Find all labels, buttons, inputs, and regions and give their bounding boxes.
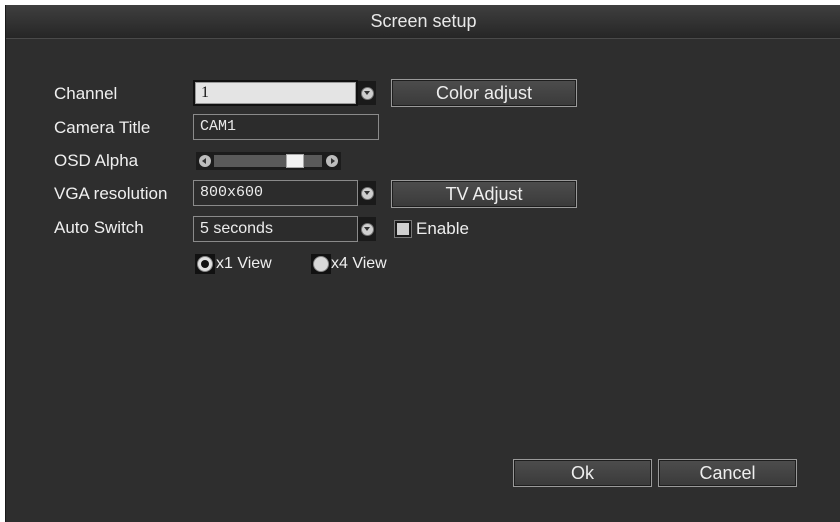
slider-thumb[interactable] [286,154,304,168]
ok-button[interactable]: Ok [513,459,652,487]
tv-adjust-button[interactable]: TV Adjust [391,180,577,208]
camera-title-input[interactable]: CAM1 [193,114,379,140]
x1-view-label: x1 View [216,255,272,272]
arrow-right-icon[interactable] [326,155,338,167]
osd-alpha-slider[interactable] [196,152,341,170]
cancel-button[interactable]: Cancel [658,459,797,487]
x4-view-radio[interactable] [311,254,331,274]
enable-checkbox[interactable] [394,220,412,238]
dialog-title: Screen setup [6,5,840,39]
vga-resolution-select[interactable]: 800x600 [193,180,358,206]
auto-switch-label: Auto Switch [54,218,144,237]
channel-dropdown-button[interactable] [358,81,376,105]
auto-switch-dropdown-button[interactable] [358,217,376,241]
chevron-down-icon [360,86,374,100]
slider-track [214,155,322,167]
chevron-down-icon [360,186,374,200]
osd-alpha-label: OSD Alpha [54,151,139,170]
color-adjust-button[interactable]: Color adjust [391,79,577,107]
camera-title-label: Camera Title [54,118,151,137]
auto-switch-select[interactable]: 5 seconds [193,216,358,242]
screen-setup-dialog: Screen setup Channel 1 Color adjust Came… [5,5,840,522]
vga-resolution-dropdown-button[interactable] [358,181,376,205]
chevron-down-icon [360,222,374,236]
enable-label: Enable [416,219,469,238]
x4-view-label: x4 View [331,255,387,272]
channel-label: Channel [54,84,118,103]
vga-resolution-label: VGA resolution [54,184,168,203]
channel-select[interactable]: 1 [193,80,358,106]
x1-view-radio[interactable] [195,254,215,274]
arrow-left-icon[interactable] [199,155,211,167]
